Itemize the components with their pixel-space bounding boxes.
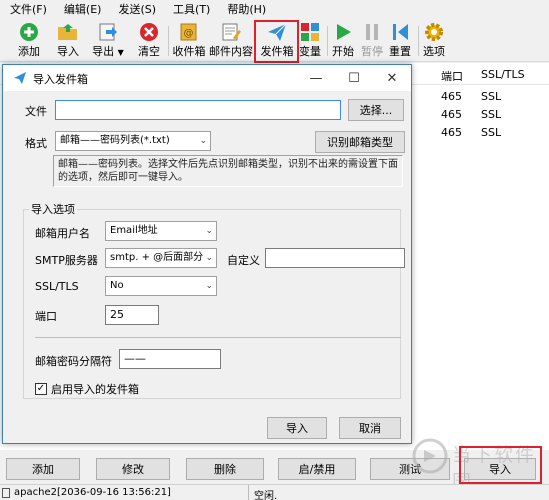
- outbox-icon: [13, 71, 27, 88]
- options-icon: [423, 21, 445, 43]
- log-doc-icon: [2, 488, 10, 498]
- toolbar-reset-button[interactable]: 重置: [387, 20, 413, 62]
- status-log: apache2[2036-09-16 13:56:21]: [14, 487, 171, 498]
- minimize-button[interactable]: —: [303, 68, 329, 88]
- toolbar-variable-button[interactable]: 变量: [298, 20, 322, 62]
- close-button[interactable]: ✕: [379, 68, 405, 88]
- ssl-label: SSL/TLS: [35, 280, 79, 293]
- pause-icon: [361, 21, 383, 43]
- column-port[interactable]: 端口: [441, 68, 463, 84]
- enable-imported-checkbox[interactable]: ✓: [35, 383, 47, 395]
- username-label: 邮箱用户名: [35, 227, 90, 240]
- menu-tools[interactable]: 工具(T): [165, 0, 219, 20]
- toolbar-start-button[interactable]: 开始: [330, 20, 356, 62]
- toolbar-pause-button[interactable]: 暂停: [359, 20, 385, 62]
- username-select[interactable]: Email地址 ⌄: [105, 221, 217, 241]
- variable-icon: [299, 21, 321, 43]
- enable-imported-label: 启用导入的发件箱: [51, 383, 139, 396]
- chevron-down-icon: ⌄: [205, 281, 213, 291]
- clear-icon: [138, 21, 160, 43]
- port-input[interactable]: 25: [105, 305, 159, 325]
- play-icon: [332, 21, 354, 43]
- smtp-select[interactable]: smtp. + @后面部分 ⌄: [105, 248, 217, 268]
- import-folder-icon: [57, 21, 79, 43]
- menu-help[interactable]: 帮助(H): [219, 0, 275, 20]
- dialog-cancel-button[interactable]: 取消: [339, 417, 401, 439]
- svg-text:@: @: [184, 28, 194, 39]
- inbox-icon: @: [178, 21, 200, 43]
- browse-button[interactable]: 选择...: [348, 99, 404, 121]
- import-highlight-box: [459, 446, 542, 484]
- status-state: 空闲.: [254, 491, 278, 500]
- import-outbox-dialog: 导入发件箱 — ☐ ✕ 文件 选择... 格式 邮箱——密码列表(*.txt) …: [2, 64, 412, 444]
- custom-smtp-input[interactable]: [265, 248, 405, 268]
- toolbar-options-button[interactable]: 选项: [421, 20, 447, 62]
- ssl-select[interactable]: No ⌄: [105, 276, 217, 296]
- menu-send[interactable]: 发送(S): [110, 0, 165, 20]
- smtp-label: SMTP服务器: [35, 254, 98, 267]
- menu-bar: 文件(F) 编辑(E) 发送(S) 工具(T) 帮助(H): [0, 0, 549, 20]
- format-hint: 邮箱——密码列表。选择文件后先点识别邮箱类型，识别不出来的需设置下面的选项，然后…: [53, 155, 403, 187]
- detect-mail-type-button[interactable]: 识别邮箱类型: [315, 131, 405, 153]
- port-label: 端口: [35, 310, 57, 323]
- toolbar-inbox-button[interactable]: @ 收件箱: [171, 20, 207, 62]
- toolbar-export-button[interactable]: 导出 ▼: [90, 20, 126, 62]
- toolbar-separator: [327, 26, 328, 56]
- file-path-input[interactable]: [55, 100, 341, 120]
- status-bar: apache2[2036-09-16 13:56:21] 空闲.: [0, 484, 549, 500]
- dialog-title: 导入发件箱: [33, 73, 88, 86]
- toolbar-separator: [168, 26, 169, 56]
- custom-label: 自定义: [227, 254, 260, 267]
- menu-file[interactable]: 文件(F): [0, 0, 56, 20]
- bottom-toggle-button[interactable]: 启/禁用: [278, 458, 356, 480]
- column-ssl[interactable]: SSL/TLS: [481, 68, 525, 81]
- watermark-logo: [412, 438, 448, 474]
- export-icon: [97, 21, 119, 43]
- outbox-highlight-box: [254, 20, 299, 63]
- separator-line: [35, 337, 401, 338]
- dialog-import-button[interactable]: 导入: [267, 417, 327, 439]
- format-select[interactable]: 邮箱——密码列表(*.txt) ⌄: [55, 131, 211, 151]
- chevron-down-icon: ⌄: [205, 253, 213, 263]
- dialog-titlebar[interactable]: 导入发件箱 — ☐ ✕: [3, 65, 411, 91]
- file-label: 文件: [25, 105, 47, 118]
- toolbar-clear-button[interactable]: 清空: [135, 20, 163, 62]
- chevron-down-icon: ⌄: [205, 226, 213, 236]
- toolbar-mail-content-button[interactable]: 邮件内容: [209, 20, 253, 62]
- add-icon: [18, 21, 40, 43]
- toolbar-add-button[interactable]: 添加: [14, 20, 44, 62]
- bottom-delete-button[interactable]: 删除: [186, 458, 264, 480]
- bottom-add-button[interactable]: 添加: [6, 458, 80, 480]
- mail-content-icon: [220, 21, 242, 43]
- separator-input[interactable]: ——: [119, 349, 221, 369]
- format-label: 格式: [25, 137, 47, 150]
- maximize-button[interactable]: ☐: [341, 68, 367, 88]
- menu-edit[interactable]: 编辑(E): [56, 0, 111, 20]
- toolbar-import-button[interactable]: 导入: [53, 20, 83, 62]
- group-title: 导入选项: [29, 201, 77, 217]
- bottom-edit-button[interactable]: 修改: [96, 458, 170, 480]
- status-divider: [248, 485, 249, 500]
- enable-imported-checkbox-row[interactable]: ✓ 启用导入的发件箱: [35, 381, 139, 397]
- toolbar-separator: [418, 26, 419, 56]
- separator-label: 邮箱密码分隔符: [35, 355, 112, 368]
- reset-icon: [389, 21, 411, 43]
- chevron-down-icon: ⌄: [199, 136, 207, 146]
